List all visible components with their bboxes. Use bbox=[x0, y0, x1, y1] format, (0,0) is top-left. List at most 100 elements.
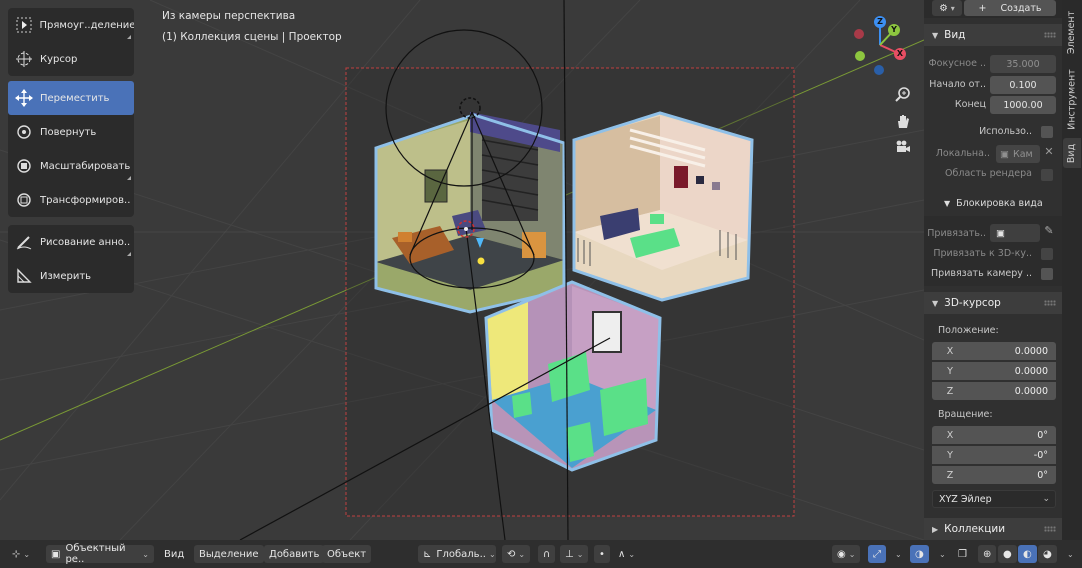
rotation-x-field[interactable]: X 0° bbox=[932, 426, 1056, 444]
plus-icon: + bbox=[978, 2, 987, 14]
menu-select[interactable]: Выделение bbox=[194, 545, 264, 563]
gizmo-icon: ⤢ bbox=[873, 548, 881, 560]
gizmo-x[interactable]: X bbox=[894, 48, 906, 60]
material-sphere-icon: ◐ bbox=[1023, 548, 1032, 560]
tool-scale[interactable]: Масштабировать bbox=[8, 149, 134, 183]
tool-cursor[interactable]: Курсор bbox=[8, 42, 134, 76]
render-region-label: Область рендера bbox=[945, 168, 1032, 179]
menu-view[interactable]: Вид bbox=[160, 545, 188, 563]
gizmo-toggle[interactable]: ⤢ bbox=[868, 545, 886, 563]
focal-length-field[interactable]: 35.000 bbox=[990, 55, 1056, 73]
clip-start-field[interactable]: 0.100 bbox=[990, 76, 1056, 94]
lock-to-object-field[interactable]: ▣ bbox=[990, 224, 1040, 242]
shading-dropdown[interactable]: ⌄ bbox=[1060, 545, 1078, 563]
chevron-down-icon: ⌄ bbox=[142, 549, 149, 559]
lock-to-cursor-checkbox[interactable] bbox=[1041, 248, 1053, 260]
overlays-dropdown[interactable]: ⌄ bbox=[932, 545, 950, 563]
chevron-down-icon: ⌄ bbox=[939, 549, 946, 559]
orientation-dropdown[interactable]: ⊾ Глобаль.. ⌄ bbox=[418, 545, 496, 563]
collections-panel-header[interactable]: ▶ Коллекции bbox=[924, 518, 1062, 540]
drag-grip-icon[interactable] bbox=[1044, 32, 1056, 38]
lock-camera-label: Привязать камеру .. bbox=[931, 268, 1032, 279]
use-local-camera-checkbox[interactable] bbox=[1041, 126, 1053, 138]
proportional-icon: • bbox=[599, 548, 605, 560]
mode-dropdown[interactable]: ▣ Объектный ре.. ⌄ bbox=[46, 543, 154, 565]
clear-camera-icon[interactable]: ✕ bbox=[1042, 145, 1056, 163]
xray-toggle[interactable]: ❐ bbox=[954, 545, 971, 563]
3d-cursor-panel-header[interactable]: ▼ 3D-курсор bbox=[924, 292, 1062, 314]
tab-tool[interactable]: Инструмент bbox=[1063, 64, 1081, 134]
3d-viewport[interactable]: Из камеры перспектива (1) Коллекция сцен… bbox=[0, 0, 924, 540]
shading-wireframe[interactable]: ⊕ bbox=[978, 545, 997, 563]
shading-solid[interactable]: ● bbox=[998, 545, 1017, 563]
move-icon bbox=[8, 81, 40, 115]
view-panel-header[interactable]: ▼ Вид bbox=[924, 24, 1062, 46]
collapsed-triangle-icon: ▶ bbox=[932, 524, 939, 534]
editor-type-dropdown[interactable]: ⊹ ⌄ bbox=[8, 545, 34, 563]
tool-select-box[interactable]: Прямоуг..деление bbox=[8, 8, 134, 42]
chevron-down-icon: ⌄ bbox=[628, 549, 636, 559]
zoom-icon[interactable] bbox=[893, 84, 913, 104]
measure-icon bbox=[8, 259, 40, 293]
scene-canvas[interactable] bbox=[0, 0, 924, 540]
overlays-icon: ◑ bbox=[915, 548, 924, 560]
falloff-dropdown[interactable]: ∧ ⌄ bbox=[614, 545, 639, 563]
use-local-camera-label: Использо.. bbox=[979, 126, 1032, 137]
render-region-checkbox[interactable] bbox=[1041, 169, 1053, 181]
local-camera-field[interactable]: ▣ Кам bbox=[996, 145, 1040, 163]
lock-camera-checkbox[interactable] bbox=[1041, 268, 1053, 280]
tool-transform[interactable]: Трансформиров.. bbox=[8, 183, 134, 217]
eyedropper-icon[interactable]: ✎ bbox=[1042, 224, 1056, 242]
cursor-z-field[interactable]: Z 0.0000 bbox=[932, 382, 1056, 400]
pivot-point-dropdown[interactable]: ⟲ ⌄ bbox=[502, 545, 531, 563]
falloff-curve-icon: ∧ bbox=[618, 548, 626, 560]
expand-triangle-icon: ▼ bbox=[932, 30, 939, 40]
tab-view[interactable]: Вид bbox=[1063, 138, 1081, 168]
shading-rendered[interactable]: ◕ bbox=[1038, 545, 1057, 563]
drag-grip-icon[interactable] bbox=[1044, 300, 1056, 306]
view-name-label: Из камеры перспектива bbox=[162, 10, 296, 22]
create-button[interactable]: + Создать bbox=[964, 0, 1056, 16]
tool-group-annotate: Рисование анно.. Измерить bbox=[8, 225, 134, 293]
rotate-icon bbox=[8, 115, 40, 149]
menu-object[interactable]: Объект bbox=[322, 545, 372, 563]
proportional-editing-toggle[interactable]: • bbox=[594, 545, 610, 563]
tool-measure[interactable]: Измерить bbox=[8, 259, 134, 293]
tool-rotate[interactable]: Повернуть bbox=[8, 115, 134, 149]
transform-pivot-dropdown[interactable]: ⚙ ▾ bbox=[932, 0, 962, 16]
expand-triangle-icon: ▼ bbox=[944, 199, 951, 208]
snap-toggle[interactable]: ∩ bbox=[538, 545, 556, 563]
visibility-dropdown[interactable]: ◉ ⌄ bbox=[832, 545, 861, 563]
tab-item[interactable]: Элемент bbox=[1063, 4, 1081, 60]
room-top-left bbox=[374, 112, 566, 314]
tool-group-transform: Переместить Повернуть Масштабировать Тра… bbox=[8, 81, 134, 217]
menu-add[interactable]: Добавить bbox=[264, 545, 325, 563]
drag-grip-icon[interactable] bbox=[1044, 526, 1056, 532]
overlays-toggle[interactable]: ◑ bbox=[910, 545, 929, 563]
snap-target-dropdown[interactable]: ⊥ ⌄ bbox=[560, 545, 589, 563]
camera-view-icon[interactable] bbox=[893, 137, 913, 157]
local-camera-label: Локальна.. bbox=[935, 148, 990, 159]
shading-material[interactable]: ◐ bbox=[1018, 545, 1037, 563]
cursor-icon bbox=[8, 42, 40, 76]
rotation-z-field[interactable]: Z 0° bbox=[932, 466, 1056, 484]
object-mode-icon: ▣ bbox=[51, 548, 61, 560]
gizmo-z[interactable]: Z bbox=[874, 16, 886, 28]
editor-type-icon: ⊹ bbox=[12, 548, 21, 560]
camera-object-icon: ▣ bbox=[1000, 148, 1009, 160]
gizmo-dropdown[interactable]: ⌄ bbox=[888, 545, 906, 563]
gizmo-y[interactable]: Y bbox=[888, 24, 900, 36]
view-lock-header[interactable]: ▼ Блокировка вида bbox=[944, 198, 1044, 209]
tool-annotate[interactable]: Рисование анно.. bbox=[8, 225, 134, 259]
cursor-x-field[interactable]: X 0.0000 bbox=[932, 342, 1056, 360]
focal-length-label: Фокусное .. bbox=[928, 58, 986, 69]
pan-hand-icon[interactable] bbox=[893, 111, 913, 131]
rotation-y-field[interactable]: Y -0° bbox=[932, 446, 1056, 464]
viewport-header: ⊹ ⌄ ▣ Объектный ре.. ⌄ Вид Выделение Добави… bbox=[0, 540, 1082, 568]
clip-start-label: Начало от.. bbox=[929, 79, 986, 90]
chevron-down-icon: ⌄ bbox=[895, 549, 902, 559]
tool-move[interactable]: Переместить bbox=[8, 81, 134, 115]
rotation-mode-dropdown[interactable]: XYZ Эйлер ⌄ bbox=[932, 490, 1056, 508]
cursor-y-field[interactable]: Y 0.0000 bbox=[932, 362, 1056, 380]
clip-end-field[interactable]: 1000.00 bbox=[990, 96, 1056, 114]
